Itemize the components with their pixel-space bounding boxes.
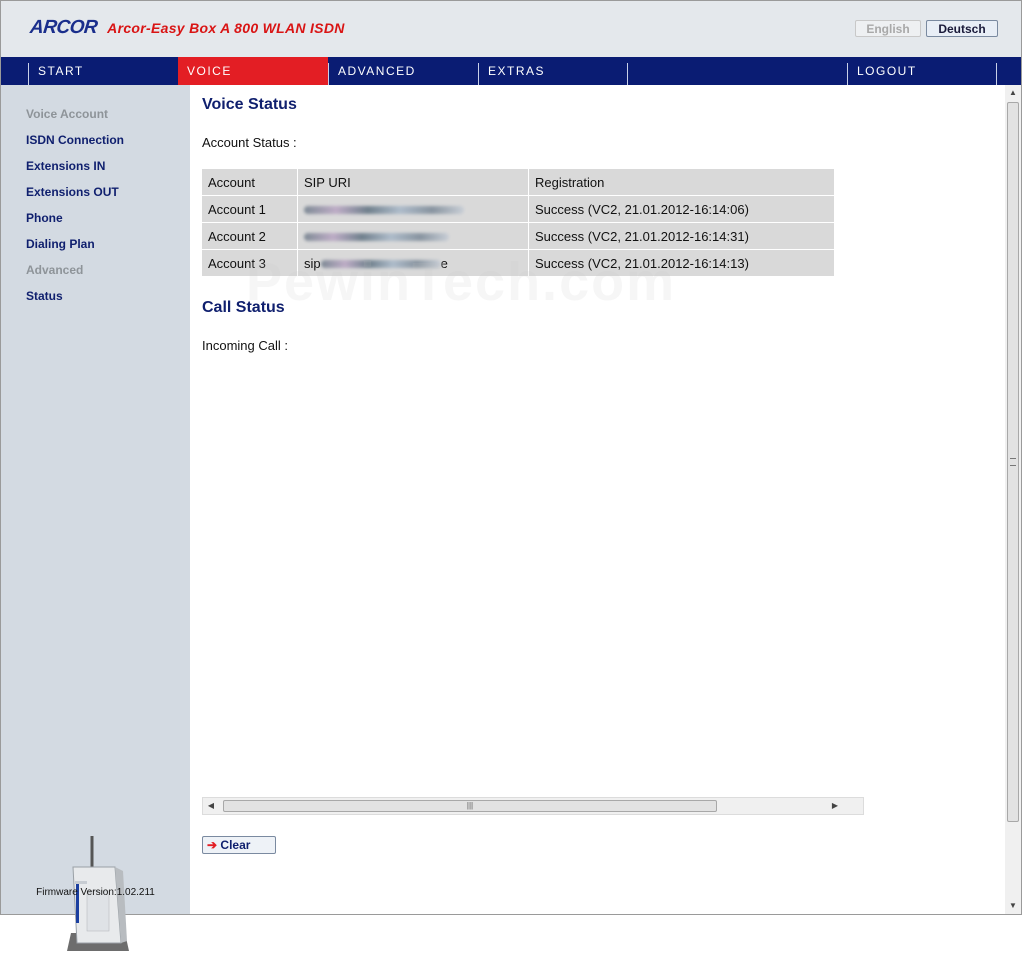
table-header-row: Account SIP URI Registration — [202, 169, 835, 196]
column-header-account: Account — [202, 169, 298, 196]
header: ARCOR Arcor-Easy Box A 800 WLAN ISDN Eng… — [1, 1, 1021, 57]
scroll-up-icon[interactable]: ▲ — [1005, 85, 1021, 101]
account-cell: Account 2 — [202, 223, 298, 250]
product-title: Arcor-Easy Box A 800 WLAN ISDN — [107, 20, 345, 36]
sip-uri-prefix: sip — [304, 255, 321, 271]
registration-cell: Success (VC2, 21.01.2012-16:14:06) — [529, 196, 835, 223]
registration-cell: Success (VC2, 21.01.2012-16:14:13) — [529, 250, 835, 277]
sidebar-item-status[interactable]: Status — [26, 289, 63, 303]
call-status-title: Call Status — [202, 299, 285, 316]
deutsch-language-button[interactable]: Deutsch — [926, 20, 998, 37]
redacted-sip-uri — [304, 233, 449, 242]
clear-button-label: Clear — [220, 838, 251, 852]
nav-start[interactable]: START — [29, 57, 177, 85]
main-content: Voice Status Account Status : Account SI… — [190, 85, 1005, 914]
sidebar-item-extensions-in[interactable]: Extensions IN — [26, 159, 105, 173]
vertical-scrollbar[interactable]: ▲ ▼ — [1005, 85, 1021, 914]
column-header-sip-uri: SIP URI — [298, 169, 529, 196]
incoming-call-label: Incoming Call : — [202, 338, 288, 353]
redacted-sip-uri — [320, 260, 441, 269]
voice-status-title: Voice Status — [202, 96, 297, 113]
sidebar-item-dialing-plan[interactable]: Dialing Plan — [26, 237, 95, 251]
nav-logout[interactable]: LOGOUT — [848, 57, 996, 85]
nav-voice[interactable]: VOICE — [178, 57, 328, 85]
sip-uri-cell — [298, 223, 529, 250]
nav-divider — [996, 63, 997, 85]
scroll-right-icon[interactable]: ▶ — [827, 798, 843, 814]
scroll-grip-icon — [1010, 458, 1016, 466]
voice-status-table: Account SIP URI Registration Account 1 S… — [202, 169, 835, 277]
firmware-version: Firmware Version:1.02.211 — [1, 887, 190, 898]
registration-cell: Success (VC2, 21.01.2012-16:14:31) — [529, 223, 835, 250]
sip-uri-cell — [298, 196, 529, 223]
table-row: Account 1 Success (VC2, 21.01.2012-16:14… — [202, 196, 835, 223]
sidebar-item-voice-account: Voice Account — [26, 107, 109, 121]
sidebar-item-isdn-connection[interactable]: ISDN Connection — [26, 133, 124, 147]
sip-uri-suffix: e — [440, 255, 448, 271]
english-language-button[interactable]: English — [855, 20, 921, 37]
sip-uri-cell: sip e — [298, 250, 529, 277]
sidebar-item-phone[interactable]: Phone — [26, 211, 63, 225]
sidebar-item-extensions-out[interactable]: Extensions OUT — [26, 185, 119, 199]
account-status-label: Account Status : — [202, 135, 297, 150]
clear-button[interactable]: ➔ Clear — [202, 836, 276, 854]
firmware-number: 1.02.211 — [116, 887, 155, 898]
horizontal-scrollbar[interactable]: ◀ ||| ▶ — [202, 797, 864, 815]
nav-advanced[interactable]: ADVANCED — [329, 57, 477, 85]
arcor-logo: ARCOR — [28, 17, 99, 38]
horizontal-scroll-thumb[interactable]: ||| — [223, 800, 717, 812]
nav-extras[interactable]: EXTRAS — [479, 57, 627, 85]
scroll-down-icon[interactable]: ▼ — [1005, 898, 1021, 914]
redacted-sip-uri — [304, 206, 464, 215]
table-row: Account 2 Success (VC2, 21.01.2012-16:14… — [202, 223, 835, 250]
brand: ARCOR Arcor-Easy Box A 800 WLAN ISDN — [28, 17, 345, 39]
scroll-left-icon[interactable]: ◀ — [203, 798, 219, 814]
sidebar-item-advanced: Advanced — [26, 263, 84, 277]
firmware-label: Firmware Version: — [36, 887, 117, 898]
sidebar: Voice Account ISDN Connection Extensions… — [1, 85, 190, 951]
nav-divider — [627, 63, 628, 85]
table-row: Account 3 sip e Success (VC2, 21.01.2012-… — [202, 250, 835, 277]
column-header-registration: Registration — [529, 169, 835, 196]
account-cell: Account 1 — [202, 196, 298, 223]
account-cell: Account 3 — [202, 250, 298, 277]
main-nav: START VOICE ADVANCED EXTRAS LOGOUT — [1, 57, 1021, 85]
vertical-scroll-thumb[interactable] — [1007, 102, 1019, 822]
arrow-right-icon: ➔ — [207, 838, 218, 852]
